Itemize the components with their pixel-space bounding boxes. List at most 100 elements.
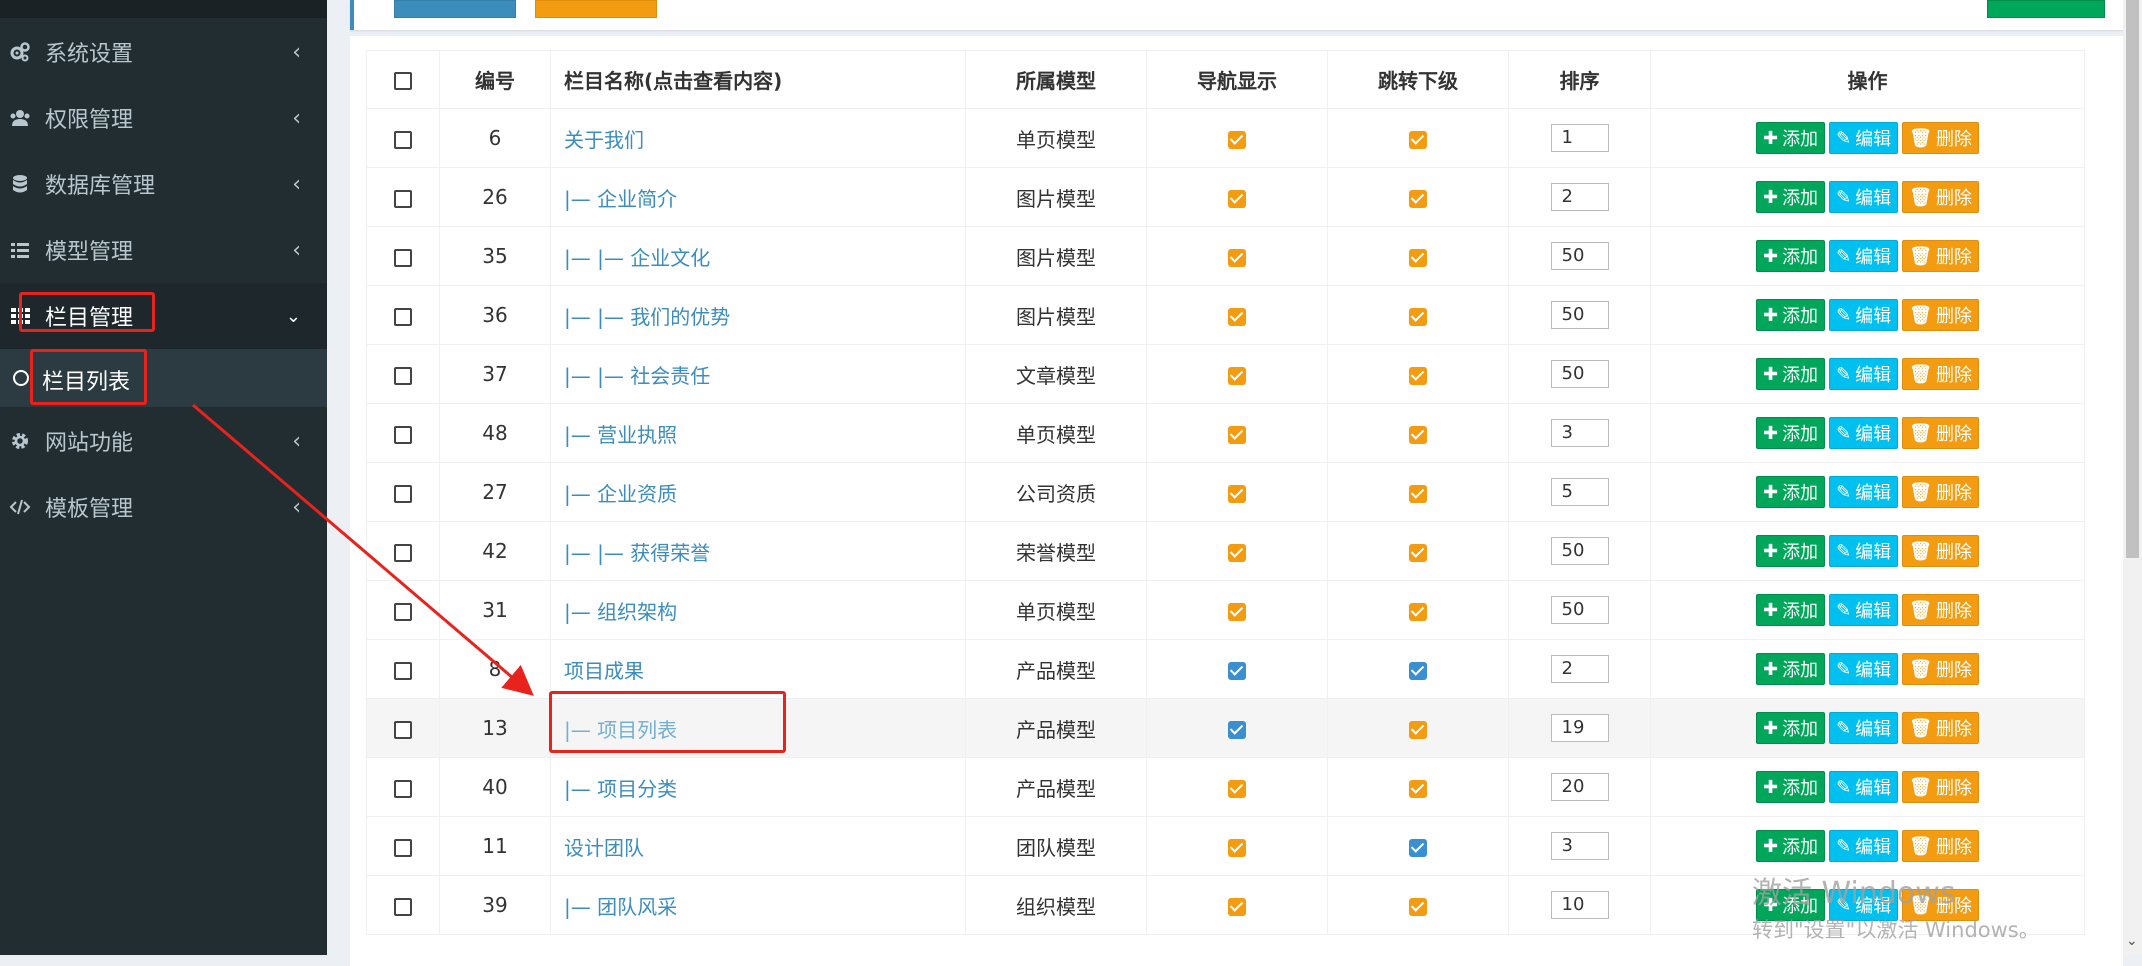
nav-display-checkbox[interactable]: [1228, 661, 1246, 680]
nav-display-checkbox[interactable]: [1228, 897, 1246, 916]
delete-button[interactable]: 🗑 删除: [1902, 771, 1980, 803]
nav-display-checkbox[interactable]: [1228, 248, 1246, 267]
row-checkbox[interactable]: [394, 897, 412, 916]
add-button[interactable]: ✚ 添加: [1755, 358, 1826, 390]
jump-child-checkbox[interactable]: [1409, 130, 1427, 149]
column-name-link[interactable]: |— 企业简介: [564, 187, 677, 211]
jump-child-checkbox[interactable]: [1409, 720, 1427, 739]
sidebar-item-site-features[interactable]: 网站功能 ‹: [0, 408, 327, 474]
edit-button[interactable]: ✎ 编辑: [1829, 712, 1899, 744]
column-name-link[interactable]: |— 企业资质: [564, 482, 677, 506]
sort-input[interactable]: 2: [1550, 183, 1609, 211]
row-checkbox[interactable]: [394, 779, 412, 798]
edit-button[interactable]: ✎ 编辑: [1829, 299, 1899, 331]
delete-button[interactable]: 🗑 删除: [1902, 181, 1980, 213]
add-button[interactable]: ✚ 添加: [1755, 417, 1826, 449]
column-name-link[interactable]: 设计团队: [564, 836, 644, 860]
row-checkbox[interactable]: [394, 425, 412, 444]
row-checkbox[interactable]: [394, 307, 412, 326]
delete-button[interactable]: 🗑 删除: [1902, 712, 1980, 744]
add-button[interactable]: ✚ 添加: [1755, 122, 1826, 154]
sort-input[interactable]: 1: [1550, 124, 1609, 152]
edit-button[interactable]: ✎ 编辑: [1829, 535, 1899, 567]
delete-button[interactable]: 🗑 删除: [1902, 594, 1980, 626]
nav-display-checkbox[interactable]: [1228, 425, 1246, 444]
row-checkbox[interactable]: [394, 484, 412, 503]
jump-child-checkbox[interactable]: [1409, 484, 1427, 503]
row-checkbox[interactable]: [394, 602, 412, 621]
sort-input[interactable]: 2: [1550, 655, 1609, 683]
sort-input[interactable]: 19: [1550, 714, 1609, 742]
delete-button[interactable]: 🗑 删除: [1902, 830, 1980, 862]
delete-button[interactable]: 🗑 删除: [1902, 535, 1980, 567]
sort-input[interactable]: 50: [1550, 537, 1609, 565]
edit-button[interactable]: ✎ 编辑: [1829, 830, 1899, 862]
add-button[interactable]: ✚ 添加: [1755, 181, 1826, 213]
sort-input[interactable]: 5: [1550, 478, 1609, 506]
nav-display-checkbox[interactable]: [1228, 720, 1246, 739]
sort-input[interactable]: 20: [1550, 773, 1609, 801]
jump-child-checkbox[interactable]: [1409, 779, 1427, 798]
edit-button[interactable]: ✎ 编辑: [1829, 417, 1899, 449]
add-button[interactable]: ✚ 添加: [1755, 476, 1826, 508]
column-name-link[interactable]: |— 营业执照: [564, 423, 677, 447]
nav-display-checkbox[interactable]: [1228, 484, 1246, 503]
sidebar-item-system-settings[interactable]: 系统设置 ‹: [0, 19, 327, 85]
sort-input[interactable]: 10: [1550, 891, 1609, 919]
sort-input[interactable]: 3: [1550, 419, 1609, 447]
page-scrollbar[interactable]: ⌄: [2123, 0, 2142, 955]
jump-child-checkbox[interactable]: [1409, 661, 1427, 680]
row-checkbox[interactable]: [394, 248, 412, 267]
row-checkbox[interactable]: [394, 720, 412, 739]
row-checkbox[interactable]: [394, 130, 412, 149]
delete-button[interactable]: 🗑 删除: [1902, 653, 1980, 685]
edit-button[interactable]: ✎ 编辑: [1829, 476, 1899, 508]
jump-child-checkbox[interactable]: [1409, 248, 1427, 267]
column-name-link[interactable]: |— 组织架构: [564, 600, 677, 624]
nav-display-checkbox[interactable]: [1228, 602, 1246, 621]
jump-child-checkbox[interactable]: [1409, 366, 1427, 385]
sidebar-item-models[interactable]: 模型管理 ‹: [0, 217, 327, 283]
select-all-checkbox[interactable]: [394, 72, 412, 90]
edit-button[interactable]: ✎ 编辑: [1829, 653, 1899, 685]
add-button[interactable]: ✚ 添加: [1755, 299, 1826, 331]
toolbar-button-green[interactable]: [1987, 0, 2105, 18]
delete-button[interactable]: 🗑 删除: [1902, 358, 1980, 390]
nav-display-checkbox[interactable]: [1228, 838, 1246, 857]
add-button[interactable]: ✚ 添加: [1755, 240, 1826, 272]
scrollbar-thumb[interactable]: [2126, 0, 2139, 558]
jump-child-checkbox[interactable]: [1409, 838, 1427, 857]
toolbar-button-blue[interactable]: [394, 0, 516, 18]
delete-button[interactable]: 🗑 删除: [1902, 889, 1980, 921]
add-button[interactable]: ✚ 添加: [1755, 830, 1826, 862]
edit-button[interactable]: ✎ 编辑: [1829, 771, 1899, 803]
sidebar-item-templates[interactable]: 模板管理 ‹: [0, 474, 327, 540]
column-name-link[interactable]: |— 项目分类: [564, 777, 677, 801]
nav-display-checkbox[interactable]: [1228, 543, 1246, 562]
jump-child-checkbox[interactable]: [1409, 307, 1427, 326]
column-name-link[interactable]: 关于我们: [564, 128, 644, 152]
delete-button[interactable]: 🗑 删除: [1902, 122, 1980, 154]
row-checkbox[interactable]: [394, 543, 412, 562]
sidebar-item-database[interactable]: 数据库管理 ‹: [0, 151, 327, 217]
nav-display-checkbox[interactable]: [1228, 779, 1246, 798]
sort-input[interactable]: 50: [1550, 596, 1609, 624]
jump-child-checkbox[interactable]: [1409, 602, 1427, 621]
jump-child-checkbox[interactable]: [1409, 543, 1427, 562]
toolbar-button-orange[interactable]: [535, 0, 657, 18]
add-button[interactable]: ✚ 添加: [1755, 889, 1826, 921]
sort-input[interactable]: 50: [1550, 242, 1609, 270]
add-button[interactable]: ✚ 添加: [1755, 712, 1826, 744]
jump-child-checkbox[interactable]: [1409, 189, 1427, 208]
sort-input[interactable]: 50: [1550, 360, 1609, 388]
delete-button[interactable]: 🗑 删除: [1902, 476, 1980, 508]
sort-input[interactable]: 50: [1550, 301, 1609, 329]
add-button[interactable]: ✚ 添加: [1755, 535, 1826, 567]
row-checkbox[interactable]: [394, 838, 412, 857]
add-button[interactable]: ✚ 添加: [1755, 594, 1826, 626]
column-name-link[interactable]: |— |— 企业文化: [564, 246, 710, 270]
column-name-link[interactable]: |— |— 获得荣誉: [564, 541, 710, 565]
nav-display-checkbox[interactable]: [1228, 189, 1246, 208]
column-name-link[interactable]: 项目成果: [564, 659, 644, 683]
add-button[interactable]: ✚ 添加: [1755, 771, 1826, 803]
